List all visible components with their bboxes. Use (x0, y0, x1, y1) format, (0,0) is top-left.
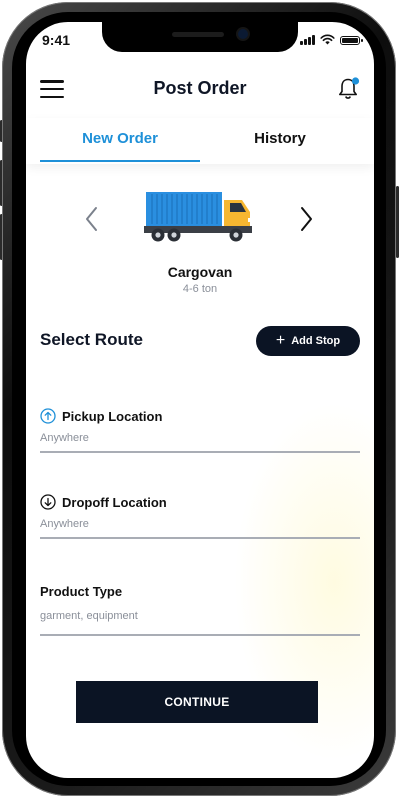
arrow-up-circle-icon (40, 408, 56, 424)
pickup-location-label-row: Pickup Location (40, 408, 360, 424)
status-time: 9:41 (42, 32, 71, 48)
status-icons (300, 33, 363, 45)
speaker-grille (172, 32, 224, 37)
page-title: Post Order (153, 78, 247, 98)
product-type-label: Product Type (40, 584, 123, 599)
tab-new-order[interactable]: New Order (40, 118, 200, 162)
field-underline (40, 537, 360, 539)
battery-icon (340, 36, 363, 45)
notch (102, 22, 298, 52)
field-underline (40, 451, 360, 453)
chevron-right-icon[interactable] (294, 204, 318, 234)
product-type-field[interactable]: Product Type garment, equipment (40, 584, 360, 636)
arrow-down-circle-icon (40, 494, 56, 510)
wifi-icon (320, 34, 335, 45)
signal-icon (300, 34, 315, 45)
plus-icon: + (275, 332, 286, 349)
select-route-heading: Select Route (40, 330, 143, 349)
vehicle-capacity: 4-6 ton (182, 283, 218, 295)
pickup-location-label: Pickup Location (62, 408, 163, 424)
app-screen: 9:41 Post Order New Order History Cargov… (26, 22, 374, 778)
vehicle-name: Cargovan (167, 264, 233, 280)
front-camera (238, 29, 248, 39)
add-stop-label: Add Stop (291, 335, 341, 347)
active-tab-indicator (40, 160, 200, 162)
field-underline (40, 634, 360, 636)
add-stop-button[interactable]: + Add Stop (256, 326, 360, 356)
tab-history[interactable]: History (200, 118, 360, 162)
pickup-location-value[interactable]: Anywhere (40, 432, 360, 444)
product-type-value[interactable]: garment, equipment (40, 610, 360, 622)
dropoff-location-label: Dropoff Location (62, 494, 167, 510)
dropoff-location-label-row: Dropoff Location (40, 494, 360, 510)
bell-icon[interactable] (336, 76, 362, 102)
notification-dot-icon (351, 77, 360, 85)
phone-frame: 9:41 Post Order New Order History Cargov… (0, 0, 401, 800)
product-type-label-row: Product Type (40, 584, 360, 599)
truck-icon (144, 192, 252, 242)
vehicle-selector: Cargovan 4-6 ton (26, 182, 374, 302)
app-header: Post Order (26, 72, 374, 106)
dropoff-location-value[interactable]: Anywhere (40, 518, 360, 530)
tab-bar: New Order History (26, 118, 374, 164)
chevron-left-icon[interactable] (80, 204, 104, 234)
continue-button[interactable]: CONTINUE (76, 681, 318, 723)
pickup-location-field[interactable]: Pickup Location Anywhere (40, 408, 360, 453)
phone-side-button (396, 186, 399, 258)
dropoff-location-field[interactable]: Dropoff Location Anywhere (40, 494, 360, 539)
